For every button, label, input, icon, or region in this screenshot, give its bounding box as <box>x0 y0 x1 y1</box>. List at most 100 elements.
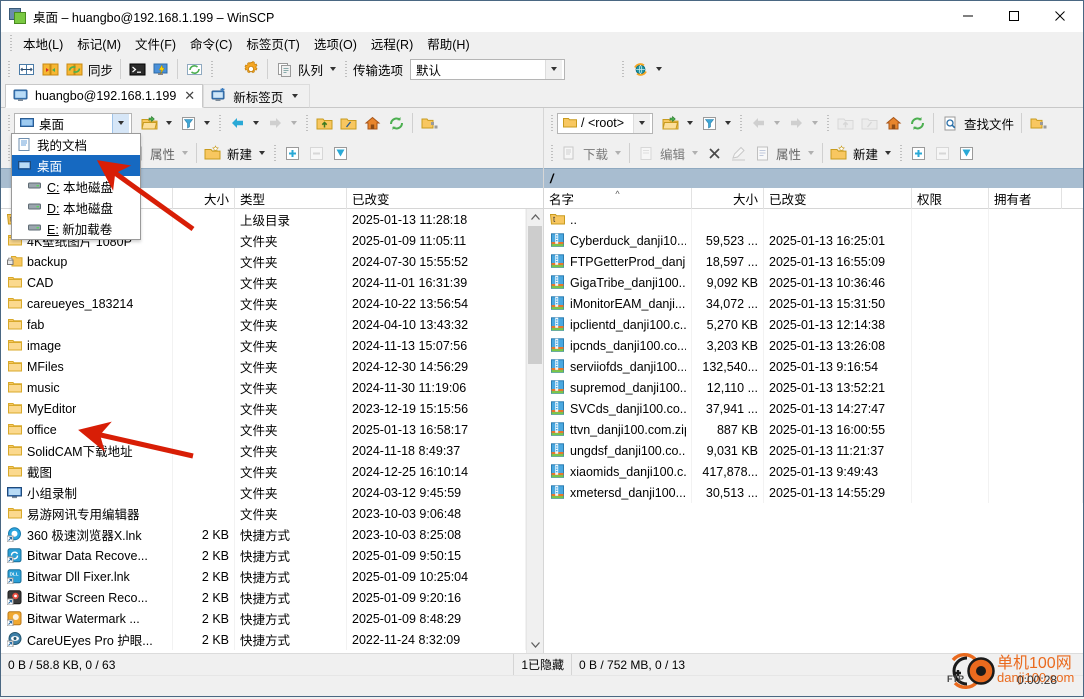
local-file-list[interactable]: t..上级目录2025-01-13 11:28:184K壁纸图片 1080P文件… <box>1 209 543 653</box>
remote-home-icon[interactable] <box>881 111 905 135</box>
toolbar-grip-3[interactable] <box>342 59 350 79</box>
local-open-folder-icon[interactable] <box>138 111 162 135</box>
table-row[interactable]: xmetersd_danji100.... 30,513 ... 2025-01-1… <box>544 482 1083 503</box>
remote-col-name[interactable]: 名字 ^ <box>544 187 692 209</box>
remote-new-icon[interactable] <box>827 141 851 165</box>
remote-back-icon[interactable] <box>746 111 770 135</box>
remote-properties-icon[interactable] <box>750 141 774 165</box>
table-row[interactable]: DLL Bitwar Dll Fixer.lnk 2 KB 快捷方式 2025-01-0… <box>1 566 526 587</box>
remote-filter-caret[interactable] <box>725 121 731 125</box>
remote-bookmarks-icon[interactable] <box>1026 111 1050 135</box>
tab-new-caret[interactable] <box>292 94 299 98</box>
session-globe-icon[interactable] <box>628 57 652 81</box>
table-row[interactable]: iMonitorEAM_danji... 34,072 ... 2025-01-13… <box>544 293 1083 314</box>
local-dir-grip[interactable] <box>303 113 310 133</box>
local-back-icon[interactable] <box>225 111 249 135</box>
session-dropdown-caret[interactable] <box>656 67 663 71</box>
local-toolbar-grip[interactable] <box>5 113 12 133</box>
tab-close-icon[interactable]: ✕ <box>184 88 195 104</box>
table-row[interactable]: 易游网讯专用编辑器 文件夹 2023-10-03 9:06:48 <box>1 503 526 524</box>
remote-path-caret[interactable] <box>633 113 650 133</box>
sync-button[interactable]: 同步 <box>86 57 116 81</box>
table-row[interactable]: CareUEyes Pro 护眼... 2 KB 快捷方式 2022-11-24 8:… <box>1 629 526 650</box>
local-filter-icon[interactable] <box>176 111 200 135</box>
local-invert-selection-icon[interactable] <box>328 141 352 165</box>
menu-options[interactable]: 选项(O) <box>307 32 364 55</box>
table-row[interactable]: ttvn_danji100.com.zip 887 KB 2025-01-13 16… <box>544 419 1083 440</box>
dropdown-item-drive-c[interactable]: C: 本地磁盘 <box>12 176 140 197</box>
remote-toolbar-grip[interactable] <box>548 113 555 133</box>
dropdown-item-drive-e[interactable]: E: 新加载卷 <box>12 218 140 239</box>
find-files-icon[interactable] <box>938 111 962 135</box>
menu-files[interactable]: 文件(F) <box>128 32 183 55</box>
tab-session[interactable]: huangbo@192.168.1.199 ✕ <box>5 84 204 108</box>
remote-open-folder-caret[interactable] <box>687 121 693 125</box>
download-button[interactable]: 下载 <box>581 141 611 165</box>
local-home-icon[interactable] <box>360 111 384 135</box>
table-row[interactable]: Cyberduck_danji10... 59,523 ... 2025-01-13… <box>544 230 1083 251</box>
remote-select-remove-icon[interactable] <box>930 141 954 165</box>
remote-filter-icon[interactable] <box>697 111 721 135</box>
remote-col-size[interactable]: 大小 <box>692 187 764 209</box>
table-row[interactable]: GigaTribe_danji100.... 9,092 KB 2025-01-13… <box>544 272 1083 293</box>
local-scroll-thumb[interactable] <box>528 226 542 364</box>
local-open-folder-caret[interactable] <box>166 121 172 125</box>
table-row[interactable]: music 文件夹 2024-11-30 11:19:06 <box>1 377 526 398</box>
dropdown-item-my-documents[interactable]: 我的文档 <box>12 134 140 155</box>
table-row[interactable]: SVCds_danji100.co... 37,941 ... 2025-01-13… <box>544 398 1083 419</box>
table-row[interactable]: xiaomids_danji100.c... 417,878... 2025-01-… <box>544 461 1083 482</box>
menu-commands[interactable]: 命令(C) <box>183 32 239 55</box>
local-filter-caret[interactable] <box>204 121 210 125</box>
menu-grip[interactable] <box>7 33 14 53</box>
remote-file-grip[interactable] <box>548 143 555 163</box>
remote-select-grip[interactable] <box>897 143 905 163</box>
local-scroll-track[interactable] <box>527 226 543 636</box>
menu-mark[interactable]: 标记(M) <box>70 32 128 55</box>
local-select-add-icon[interactable] <box>280 141 304 165</box>
table-row[interactable]: 小组录制 文件夹 2024-03-12 9:45:59 <box>1 482 526 503</box>
table-row[interactable]: backup 文件夹 2024-07-30 15:55:52 <box>1 251 526 272</box>
table-row[interactable]: image 文件夹 2024-11-13 15:07:56 <box>1 335 526 356</box>
menu-tabs[interactable]: 标签页(T) <box>239 32 306 55</box>
table-row[interactable]: ungdsf_danji100.co... 9,031 KB 2025-01-13 … <box>544 440 1083 461</box>
table-row[interactable]: ipcnds_danji100.co... 3,203 KB 2025-01-13 … <box>544 335 1083 356</box>
local-forward-icon[interactable] <box>263 111 287 135</box>
edit-icon[interactable] <box>634 141 658 165</box>
transfer-options-combo[interactable]: 默认 <box>410 58 566 80</box>
toolbar-grip-1[interactable] <box>5 59 12 79</box>
local-col-changed[interactable]: 已改变 <box>347 188 526 209</box>
table-row[interactable]: MFiles 文件夹 2024-12-30 14:56:29 <box>1 356 526 377</box>
table-row[interactable]: office 文件夹 2025-01-13 16:58:17 <box>1 419 526 440</box>
remote-dir-grip[interactable] <box>824 113 831 133</box>
local-drive-combo[interactable]: 桌面 <box>14 112 132 134</box>
local-properties-button[interactable]: 属性 <box>148 141 178 165</box>
table-row[interactable]: SolidCAM下载地址 文件夹 2024-11-18 8:49:37 <box>1 440 526 461</box>
local-new-caret[interactable] <box>259 151 266 155</box>
remote-select-add-icon[interactable] <box>906 141 930 165</box>
local-bookmarks-icon[interactable] <box>417 111 441 135</box>
local-scroll-up-arrow[interactable] <box>527 209 543 226</box>
remote-rename-icon[interactable] <box>726 141 750 165</box>
local-select-grip[interactable] <box>271 143 279 163</box>
local-drive-caret[interactable] <box>112 113 129 133</box>
queue-button[interactable]: 队列 <box>296 57 326 81</box>
remote-col-changed[interactable]: 已改变 <box>764 187 912 209</box>
remote-file-list[interactable]: t.. Cyberduck_danji10... 59,523 ... 2025-01… <box>544 209 1083 653</box>
remote-properties-button[interactable]: 属性 <box>774 141 804 165</box>
local-vertical-scrollbar[interactable] <box>526 209 543 653</box>
table-row[interactable]: 360 极速浏览器X.lnk 2 KB 快捷方式 2023-10-03 8:25:08 <box>1 524 526 545</box>
remote-new-caret[interactable] <box>885 151 892 155</box>
remote-root-dir-icon[interactable] <box>857 111 881 135</box>
local-refresh-icon[interactable] <box>384 111 408 135</box>
table-row[interactable]: Bitwar Data Recove... 2 KB 快捷方式 2025-01-09 … <box>1 545 526 566</box>
remote-parent-dir-icon[interactable] <box>833 111 857 135</box>
refresh-both-icon[interactable] <box>182 57 206 81</box>
table-row[interactable]: 截图 文件夹 2024-12-25 16:10:14 <box>1 461 526 482</box>
table-row[interactable]: careueyes_183214 文件夹 2024-10-22 13:56:54 <box>1 293 526 314</box>
remote-nav-grip[interactable] <box>737 113 744 133</box>
local-new-button[interactable]: 新建 <box>225 141 255 165</box>
split-panes-icon[interactable] <box>14 57 38 81</box>
table-row[interactable]: MyEditor 文件夹 2023-12-19 15:15:56 <box>1 398 526 419</box>
remote-path-bar[interactable]: / <box>544 168 1083 188</box>
open-terminal-icon[interactable] <box>125 57 149 81</box>
